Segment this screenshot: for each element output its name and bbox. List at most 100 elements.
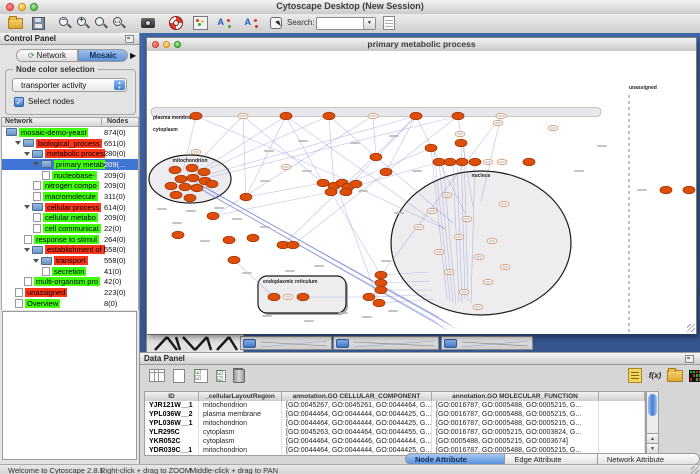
gene-node[interactable]: [444, 158, 456, 166]
match-checkbox-icon[interactable]: [212, 367, 230, 384]
disclosure-triangle-icon[interactable]: [24, 152, 30, 156]
network-view-window[interactable]: primary metabolic process plasma membran…: [146, 37, 697, 334]
cell[interactable]: [GO:0045263, GO:0044464, GO:0044455, G..…: [282, 428, 432, 437]
cell[interactable]: [GO:0005488, GO:0005215, GO:0003674]: [432, 437, 599, 446]
cell[interactable]: [GO:0045267, GO:0045261, GO:0044464, G..…: [282, 401, 432, 410]
app-resize-grip[interactable]: [691, 466, 699, 474]
gene-node[interactable]: [170, 191, 182, 199]
gene-node[interactable]: [410, 112, 422, 120]
tree-column-nodes[interactable]: Nodes: [104, 118, 138, 125]
column-header-_cellularlayoutregion[interactable]: _cellularLayoutRegion: [199, 392, 282, 401]
gene-node[interactable]: [191, 184, 203, 192]
gene-node[interactable]: [370, 153, 382, 161]
cell[interactable]: [599, 401, 645, 410]
edit-attributes-icon[interactable]: [380, 15, 397, 31]
gene-node[interactable]: [206, 180, 218, 188]
gene-node[interactable]: [184, 194, 196, 202]
snapshot-icon[interactable]: [139, 15, 156, 31]
create-attribute-icon[interactable]: [170, 367, 188, 384]
tree-row-transport[interactable]: transport558(0): [2, 255, 138, 266]
tree-row-mosaic-demo-yeast[interactable]: mosaic-demo-yeast874(0): [2, 127, 138, 138]
gene-node[interactable]: [186, 164, 198, 172]
node-color-dropdown[interactable]: transporter activity ▲▼: [12, 78, 127, 92]
window-resize-grip[interactable]: [687, 324, 695, 332]
cell[interactable]: YLR295C: [145, 428, 199, 437]
gene-node[interactable]: [452, 112, 464, 120]
open-file-icon[interactable]: [7, 15, 24, 31]
disclosure-triangle-icon[interactable]: [33, 162, 39, 166]
gene-node[interactable]: [190, 112, 202, 120]
zoom-selected-icon[interactable]: [93, 15, 110, 31]
cell[interactable]: [GO:0016787, GO:0005488, GO:0005215, G..…: [432, 410, 599, 419]
gene-node[interactable]: [375, 279, 387, 287]
gene-node[interactable]: [523, 158, 535, 166]
gene-node[interactable]: [350, 180, 362, 188]
heatmap-icon[interactable]: [686, 367, 700, 384]
tree-row-cellular-process[interactable]: cellular process614(0): [2, 202, 138, 213]
cell[interactable]: mitochondrion: [199, 446, 282, 455]
cell[interactable]: [GO:0016787, GO:0005215, GO:0003824, G..…: [432, 428, 599, 437]
network-view-titlebar[interactable]: primary metabolic process: [147, 38, 696, 52]
tree-row-biological-process[interactable]: biological_process651(0): [2, 138, 138, 149]
gene-node[interactable]: [433, 158, 445, 166]
dropdown-stepper-icon[interactable]: ▲▼: [114, 80, 125, 90]
scrollbar-thumb[interactable]: [648, 394, 657, 416]
cell[interactable]: YKR052C: [145, 437, 199, 446]
column-header-filler[interactable]: [599, 392, 645, 401]
attribute-checklist-icon[interactable]: [192, 367, 210, 384]
zoom-in-icon[interactable]: +: [75, 15, 92, 31]
gene-node[interactable]: [297, 293, 309, 301]
control-panel-titlebar[interactable]: Control Panel: [0, 33, 139, 45]
cell[interactable]: [GO:0016787, GO:0005488, GO:0005215, G..…: [432, 419, 599, 428]
data-panel-titlebar[interactable]: Data Panel: [140, 353, 700, 365]
background-window-scrollbar[interactable]: [333, 336, 439, 350]
tree-row-unassigned[interactable]: unassigned223(0): [2, 287, 138, 298]
cell[interactable]: YJR121W__1: [145, 401, 199, 410]
gene-node[interactable]: [175, 175, 187, 183]
gene-node[interactable]: [363, 293, 375, 301]
tree-row-nitrogen-compo[interactable]: nitrogen compo209(0): [2, 180, 138, 191]
select-nodes-checkbox[interactable]: ✓: [14, 97, 24, 107]
gene-node[interactable]: [280, 112, 292, 120]
tab-network[interactable]: ⟳Network: [16, 49, 78, 62]
attribute-list-icon[interactable]: [626, 367, 644, 384]
gene-node[interactable]: [323, 112, 335, 120]
gene-node[interactable]: [240, 193, 252, 201]
cell[interactable]: [GO:0044464, GO:0044444, GO:0044425, G..…: [282, 419, 432, 428]
table-row-ypl036w__2[interactable]: YPL036W__2plasma membrane[GO:0044464, GO…: [145, 410, 645, 419]
table-scrollbar[interactable]: ▲ ▼: [646, 391, 659, 455]
search-dropdown-arrow-icon[interactable]: ▼: [363, 18, 375, 29]
gene-node[interactable]: [317, 179, 329, 187]
scrollbar-thumb[interactable]: [444, 339, 457, 348]
zoom-fit-icon[interactable]: 1:1: [111, 15, 128, 31]
gene-node[interactable]: [660, 186, 672, 194]
tab-mosaic[interactable]: Mosaic: [78, 49, 128, 62]
tree-row-establishment-of-lo[interactable]: establishment of lo558(0): [2, 245, 138, 256]
column-header-annotation[interactable]: annotation.GO CELLULAR_COMPONENT: [282, 392, 432, 401]
background-window-scrollbar[interactable]: [441, 336, 533, 350]
gene-node[interactable]: [425, 144, 437, 152]
column-header-id[interactable]: ID: [145, 392, 199, 401]
gene-node[interactable]: [340, 188, 352, 196]
gene-node[interactable]: [268, 293, 280, 301]
save-icon[interactable]: [30, 15, 47, 31]
gene-node[interactable]: [380, 168, 392, 176]
cell[interactable]: YPL036W__2: [145, 410, 199, 419]
tree-row-primary-metabo[interactable]: primary metabo209(...: [2, 159, 138, 170]
tab-overflow-arrow-icon[interactable]: ▶: [130, 51, 136, 60]
gene-node[interactable]: [187, 174, 199, 182]
cell[interactable]: cytoplasm: [199, 437, 282, 446]
zoom-out-icon[interactable]: −: [57, 15, 74, 31]
float-panel-icon[interactable]: [125, 35, 134, 43]
network-tree-header[interactable]: Network Nodes: [1, 117, 139, 127]
tree-row-multi-organism-pro[interactable]: multi-organism pro42(0): [2, 277, 138, 288]
table-row-ylr295c[interactable]: YLR295Ccytoplasm[GO:0045263, GO:0044464,…: [145, 428, 645, 437]
window-titlebar[interactable]: Cytoscape Desktop (New Session): [0, 0, 700, 15]
cell[interactable]: plasma membrane: [199, 410, 282, 419]
column-header-annotation[interactable]: annotation.GO MOLECULAR_FUNCTION: [432, 392, 599, 401]
tree-column-network[interactable]: Network: [2, 118, 102, 125]
vizmapper-icon[interactable]: [192, 15, 209, 31]
gene-node[interactable]: [165, 182, 177, 190]
background-window-scrollbar[interactable]: [240, 336, 332, 350]
gene-node[interactable]: [375, 286, 387, 294]
